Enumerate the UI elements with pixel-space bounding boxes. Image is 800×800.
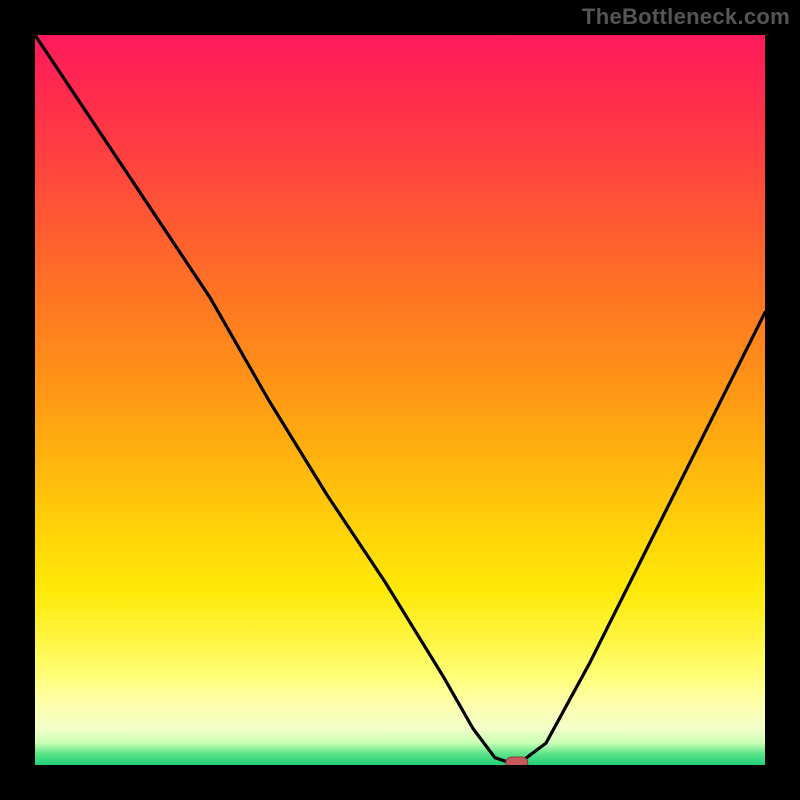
optimal-point-marker: [506, 757, 528, 765]
bottleneck-curve-svg: [35, 35, 765, 765]
watermark-text: TheBottleneck.com: [582, 4, 790, 30]
chart-frame: TheBottleneck.com: [0, 0, 800, 800]
plot-area: [35, 35, 765, 765]
bottleneck-curve-path: [35, 35, 765, 765]
